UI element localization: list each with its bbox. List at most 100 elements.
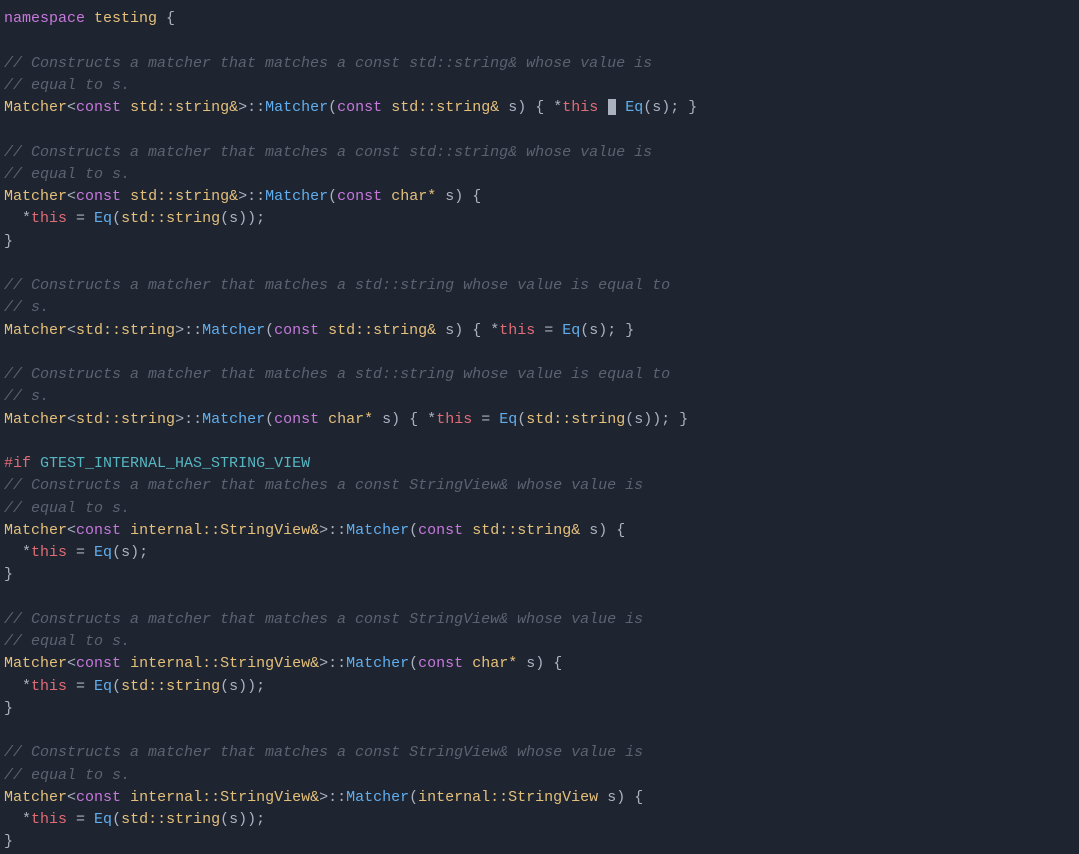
code-segment xyxy=(121,99,130,116)
code-segment: internal::StringView& xyxy=(130,655,319,672)
code-segment: internal::StringView xyxy=(418,789,598,806)
code-segment: Eq xyxy=(94,678,112,695)
code-segment: :: xyxy=(247,99,265,116)
code-segment: Matcher xyxy=(4,99,67,116)
code-segment: // equal to s. xyxy=(4,166,130,183)
code-segment: ( xyxy=(112,210,121,227)
code-segment xyxy=(382,99,391,116)
code-segment: s) { * xyxy=(436,322,499,339)
code-segment: // equal to s. xyxy=(4,633,130,650)
code-line xyxy=(4,253,1075,275)
code-segment: const xyxy=(274,322,319,339)
code-segment: > xyxy=(175,411,184,428)
code-segment: this xyxy=(562,99,598,116)
code-line: Matcher<const internal::StringView&>::Ma… xyxy=(4,653,1075,675)
code-segment: // Constructs a matcher that matches a c… xyxy=(4,55,652,72)
code-segment: ( xyxy=(328,99,337,116)
code-segment: Matcher xyxy=(4,411,67,428)
code-segment: internal::StringView& xyxy=(130,789,319,806)
code-segment: = xyxy=(67,544,94,561)
code-segment: * xyxy=(4,544,31,561)
code-segment: // equal to s. xyxy=(4,767,130,784)
code-line: Matcher<std::string>::Matcher(const char… xyxy=(4,409,1075,431)
code-segment: > xyxy=(238,99,247,116)
code-segment: this xyxy=(31,811,67,828)
code-segment: (s)); xyxy=(220,210,265,227)
code-segment: s) { xyxy=(598,789,643,806)
code-segment: const xyxy=(76,188,121,205)
code-segment: #if xyxy=(4,455,31,472)
code-segment: std::string& xyxy=(391,99,499,116)
code-segment: char* xyxy=(328,411,373,428)
code-segment: Matcher xyxy=(4,789,67,806)
code-line: // equal to s. xyxy=(4,164,1075,186)
code-segment: // Constructs a matcher that matches a c… xyxy=(4,744,643,761)
code-line: #if GTEST_INTERNAL_HAS_STRING_VIEW xyxy=(4,453,1075,475)
code-segment: Eq xyxy=(562,322,580,339)
code-line: // equal to s. xyxy=(4,498,1075,520)
code-segment: std::string& xyxy=(130,99,238,116)
code-segment: > xyxy=(238,188,247,205)
code-segment: * xyxy=(4,210,31,227)
code-segment: = xyxy=(67,678,94,695)
code-segment: = xyxy=(472,411,499,428)
code-segment xyxy=(463,522,472,539)
code-line: // s. xyxy=(4,386,1075,408)
code-line: Matcher<const std::string&>::Matcher(con… xyxy=(4,97,1075,119)
code-segment: ( xyxy=(517,411,526,428)
code-segment: s) { xyxy=(436,188,481,205)
code-segment: this xyxy=(499,322,535,339)
code-segment: Matcher xyxy=(346,522,409,539)
code-line: } xyxy=(4,231,1075,253)
code-segment: :: xyxy=(328,522,346,539)
code-segment: (s)); } xyxy=(625,411,688,428)
code-segment: Eq xyxy=(94,811,112,828)
code-segment: :: xyxy=(247,188,265,205)
code-line: *this = Eq(s); xyxy=(4,542,1075,564)
code-line: // Constructs a matcher that matches a s… xyxy=(4,275,1075,297)
code-segment: ( xyxy=(409,655,418,672)
code-segment: char* xyxy=(472,655,517,672)
code-segment: std::string& xyxy=(130,188,238,205)
code-segment: // Constructs a matcher that matches a s… xyxy=(4,277,670,294)
code-segment: std::string xyxy=(121,678,220,695)
code-segment: > xyxy=(319,789,328,806)
code-segment: Eq xyxy=(499,411,517,428)
code-segment: // equal to s. xyxy=(4,500,130,517)
code-segment: Matcher xyxy=(4,322,67,339)
code-segment: Eq xyxy=(94,210,112,227)
code-segment: Matcher xyxy=(265,99,328,116)
code-segment: char* xyxy=(391,188,436,205)
code-segment: Eq xyxy=(94,544,112,561)
code-segment: Matcher xyxy=(346,789,409,806)
code-segment xyxy=(121,188,130,205)
code-segment: :: xyxy=(328,789,346,806)
code-segment: // Constructs a matcher that matches a c… xyxy=(4,144,652,161)
code-segment: s) { xyxy=(517,655,562,672)
code-segment: ( xyxy=(409,522,418,539)
code-line: // equal to s. xyxy=(4,75,1075,97)
code-segment: this xyxy=(31,210,67,227)
code-line: // Constructs a matcher that matches a c… xyxy=(4,609,1075,631)
code-line: // Constructs a matcher that matches a s… xyxy=(4,364,1075,386)
code-segment: const xyxy=(418,655,463,672)
code-segment: std::string xyxy=(121,210,220,227)
code-segment: Matcher xyxy=(4,522,67,539)
code-segment xyxy=(616,99,625,116)
code-line: Matcher<const std::string&>::Matcher(con… xyxy=(4,186,1075,208)
code-segment: Matcher xyxy=(202,411,265,428)
code-segment: // s. xyxy=(4,299,49,316)
code-segment: > xyxy=(319,655,328,672)
code-segment: } xyxy=(4,566,13,583)
code-segment xyxy=(121,655,130,672)
code-line: // equal to s. xyxy=(4,631,1075,653)
code-line: *this = Eq(std::string(s)); xyxy=(4,676,1075,698)
code-segment: const xyxy=(337,99,382,116)
code-segment: // Constructs a matcher that matches a s… xyxy=(4,366,670,383)
code-segment: < xyxy=(67,188,76,205)
code-segment: < xyxy=(67,789,76,806)
code-segment: :: xyxy=(184,322,202,339)
code-segment: namespace xyxy=(4,10,85,27)
code-segment: std::string& xyxy=(472,522,580,539)
code-segment xyxy=(121,522,130,539)
